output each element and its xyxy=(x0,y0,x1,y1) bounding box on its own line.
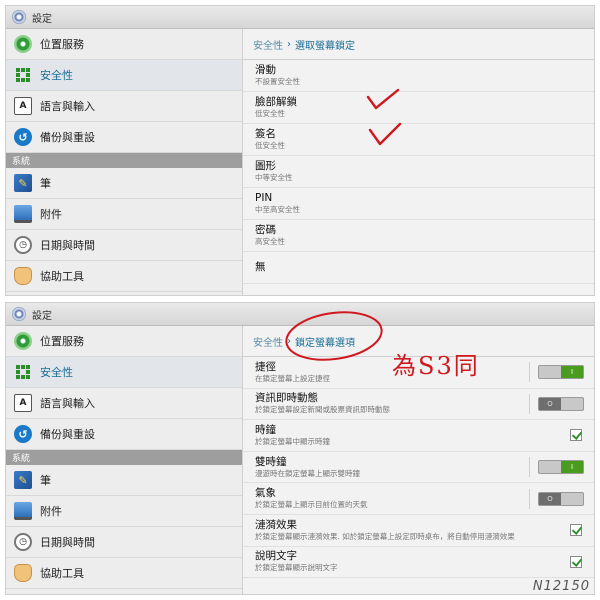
red-checkmark-signature xyxy=(368,122,402,146)
red-checkmark-face-unlock xyxy=(366,88,400,110)
handwritten-annotations xyxy=(285,88,402,361)
watermark: N12150 xyxy=(532,579,590,594)
red-circle-breadcrumb xyxy=(285,311,383,361)
handwritten-note: 為S3同 xyxy=(392,352,480,380)
